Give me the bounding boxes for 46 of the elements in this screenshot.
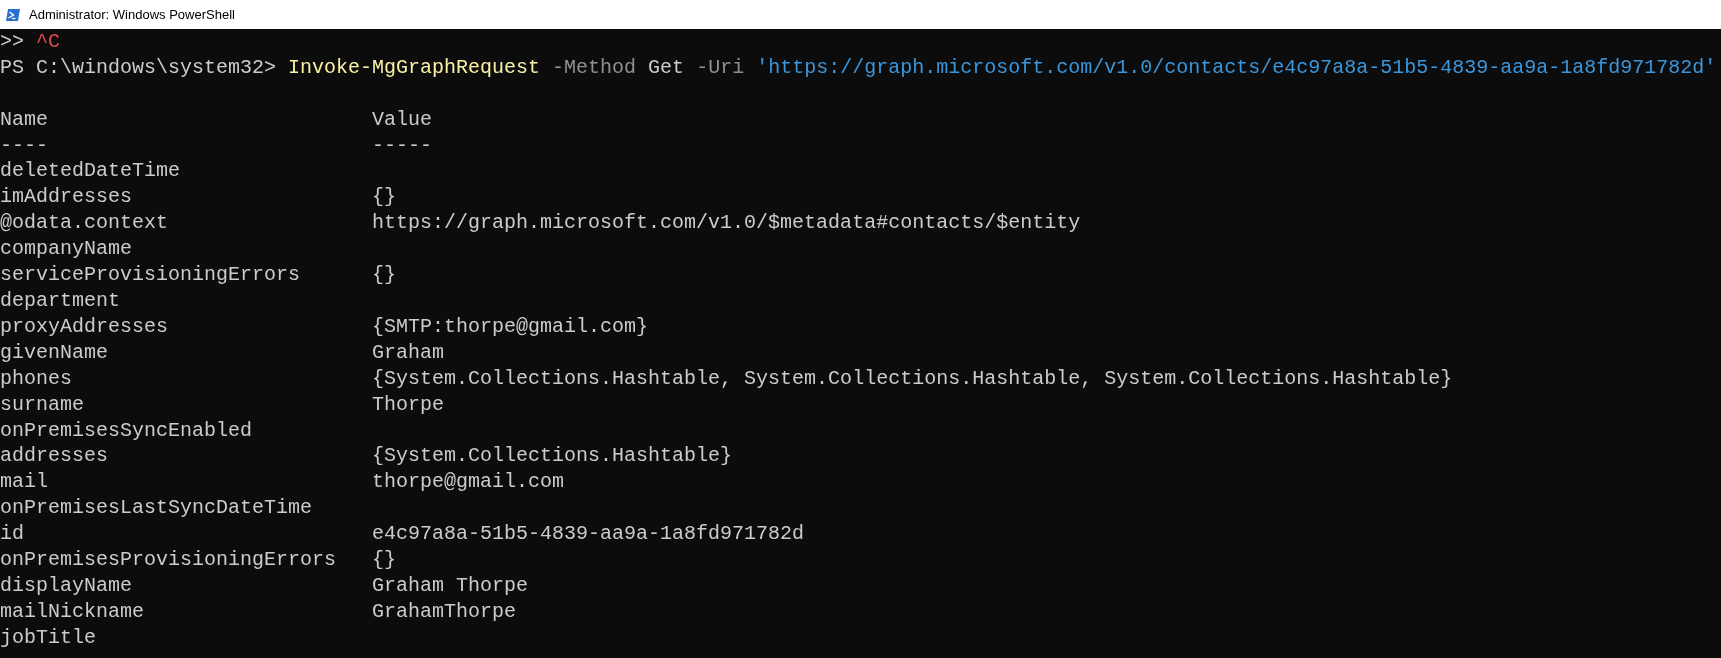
continuation-prompt: >> [0, 30, 24, 53]
property-name: displayName [0, 573, 134, 599]
property-name: deletedDateTime [0, 158, 182, 185]
property-name: id [0, 521, 25, 548]
property-value: {System.Collections.Hashtable} [372, 443, 734, 470]
property-value: {System.Collections.Hashtable, System.Collections.Hashtable, System.Collections.Hashtable} [372, 365, 1453, 392]
property-name: imAddresses [0, 184, 134, 211]
property-name: serviceProvisioningErrors [0, 262, 302, 288]
property-name: department [0, 288, 122, 314]
property-value: {} [372, 262, 398, 288]
header-rule: ---- [0, 132, 49, 159]
string-literal: 'https://graph.microsoft.com/v1.0/contacts/e4c97a8a-51b5-4839-aa9a-1a8fd971782d' [756, 55, 1717, 79]
argument-value: Get [648, 55, 685, 79]
property-value: e4c97a8a-51b5-4839-aa9a-1a8fd971782d [372, 521, 806, 548]
header-rule: ----- [372, 132, 434, 159]
property-name: addresses [0, 443, 110, 470]
column-header: Value [372, 106, 434, 133]
property-value: Graham Thorpe [372, 573, 530, 599]
property-value: Thorpe [372, 391, 446, 418]
property-name: onPremisesProvisioningErrors [0, 547, 338, 573]
property-name: companyName [0, 236, 134, 263]
property-value: Graham [372, 339, 446, 366]
property-value: {SMTP:thorpe@gmail.com} [372, 313, 650, 340]
command-name: Invoke-MgGraphRequest [288, 55, 541, 79]
terminal-icon [5, 6, 21, 23]
column-header: Name [0, 106, 49, 133]
property-value: {} [372, 184, 398, 211]
property-name: onPremisesSyncEnabled [0, 417, 254, 444]
shell-prompt: PS C:\windows\system32> [0, 55, 277, 79]
property-name: givenName [0, 339, 110, 366]
property-name: jobTitle [0, 624, 97, 651]
property-value: thorpe@gmail.com [372, 469, 566, 496]
property-value: https://graph.microsoft.com/v1.0/$metadata#contacts/$entity [372, 210, 1082, 237]
interrupt-text: ^C [36, 30, 61, 53]
parameter-name: -Method [552, 55, 637, 79]
property-name: mail [0, 469, 49, 496]
property-name: phones [0, 365, 73, 392]
property-value: GrahamThorpe [372, 598, 518, 625]
property-name: proxyAddresses [0, 313, 170, 340]
property-name: onPremisesLastSyncDateTime [0, 495, 314, 522]
window-title: Administrator: Windows PowerShell [29, 7, 235, 22]
parameter-name: -Uri [696, 55, 745, 79]
property-name: surname [0, 391, 85, 418]
property-name: @odata.context [0, 210, 170, 237]
property-value: {} [372, 547, 398, 573]
property-name: mailNickname [0, 598, 146, 625]
